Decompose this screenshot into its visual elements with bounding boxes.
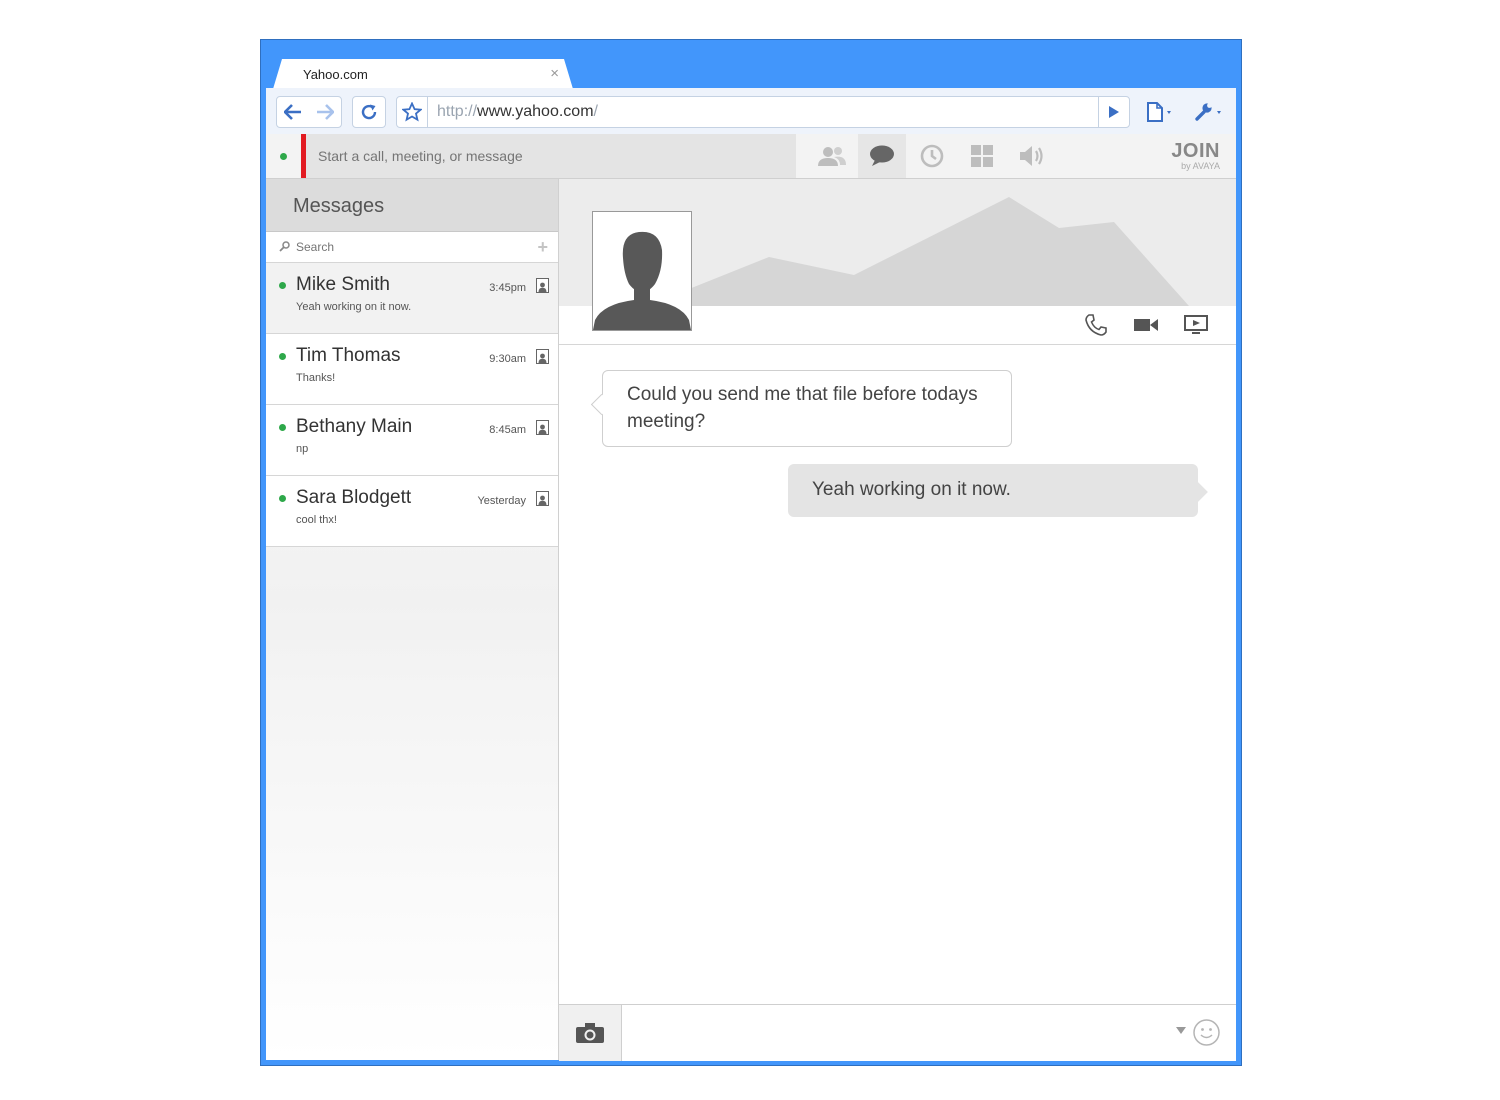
smiley-icon[interactable]	[1193, 1019, 1220, 1046]
audio-icon	[1020, 146, 1043, 166]
camera-button[interactable]	[559, 1005, 622, 1061]
add-icon[interactable]: +	[537, 237, 548, 258]
call-input[interactable]	[318, 148, 778, 164]
presence-dot	[279, 282, 286, 289]
page-icon	[1147, 102, 1171, 122]
url-path: /	[593, 103, 598, 120]
phone-icon	[1085, 314, 1107, 336]
conversation-preview: Yeah working on it now.	[296, 301, 412, 313]
conversation-preview: cool thx!	[296, 514, 337, 526]
history-button[interactable]	[908, 134, 956, 178]
brand-main: JOIN	[1171, 140, 1220, 162]
dropdown-arrow-icon[interactable]	[1176, 1027, 1186, 1034]
person-silhouette-icon	[593, 231, 691, 330]
history-icon	[920, 144, 944, 168]
brand-sub: by AVAYA	[1181, 161, 1220, 171]
video-camera-icon	[1134, 319, 1158, 331]
voice-call-button[interactable]	[1082, 313, 1110, 337]
sidebar-header: Messages	[266, 179, 558, 232]
screen-share-icon	[1184, 315, 1208, 334]
go-button[interactable]	[1098, 96, 1130, 128]
contact-card-icon[interactable]	[536, 278, 549, 293]
conversation-preview: np	[296, 443, 309, 455]
browser-tab[interactable]: Yahoo.com ×	[273, 59, 573, 89]
contact-card-icon[interactable]	[536, 491, 549, 506]
search-row: +	[266, 232, 558, 263]
contacts-button[interactable]	[808, 134, 856, 178]
wrench-icon	[1195, 103, 1221, 121]
url-host: www.yahoo.com	[477, 103, 594, 120]
conversation-time: Yesterday	[477, 495, 526, 507]
forward-arrow-icon	[317, 104, 334, 120]
screen-share-button[interactable]	[1182, 313, 1210, 337]
chat-panel: Could you send me that file before today…	[559, 179, 1236, 1061]
messages-sidebar: Messages + Mike Smith Yeah working on it…	[266, 179, 559, 1060]
brand-logo: JOIN by AVAYA	[1171, 141, 1220, 171]
conversation-name: Sara Blodgett	[296, 487, 412, 508]
video-call-button[interactable]	[1132, 313, 1160, 337]
presence-indicator	[280, 153, 287, 160]
outgoing-message: Yeah working on it now.	[788, 464, 1198, 517]
tools-menu-button[interactable]	[1194, 100, 1226, 124]
back-arrow-icon	[284, 104, 301, 120]
play-icon	[1109, 106, 1119, 118]
forward-button[interactable]	[309, 97, 341, 127]
apps-icon	[971, 145, 993, 167]
reload-button[interactable]	[352, 96, 386, 128]
page-menu-button[interactable]	[1146, 100, 1176, 124]
message-input[interactable]	[631, 1019, 1155, 1047]
back-button[interactable]	[277, 97, 309, 127]
browser-window: Yahoo.com × http://www.yahoo.com/ Start …	[260, 39, 1242, 1066]
contact-card-icon[interactable]	[536, 420, 549, 435]
contact-avatar	[592, 211, 692, 331]
tab-close-icon[interactable]: ×	[550, 65, 559, 82]
contacts-icon	[818, 147, 846, 166]
reload-icon	[361, 104, 377, 120]
apps-button[interactable]	[958, 134, 1006, 178]
conversation-item[interactable]: Tim Thomas Thanks! 9:30am	[266, 334, 558, 405]
conversation-time: 3:45pm	[489, 282, 526, 294]
search-icon	[279, 241, 290, 252]
nav-group	[276, 96, 342, 128]
conversation-time: 8:45am	[489, 424, 526, 436]
camera-icon	[576, 1023, 604, 1043]
chat-button[interactable]	[858, 134, 906, 178]
conversation-name: Tim Thomas	[296, 345, 401, 366]
audio-button[interactable]	[1008, 134, 1056, 178]
web-page: JOIN by AVAYA Messages + Mike Smith Yeah…	[266, 134, 1236, 1061]
presence-dot	[279, 353, 286, 360]
incoming-message: Could you send me that file before today…	[602, 370, 1012, 447]
app-toolbar: JOIN by AVAYA	[266, 134, 1236, 179]
conversation-name: Bethany Main	[296, 416, 413, 437]
url-protocol: http://	[437, 103, 478, 120]
conversation-item[interactable]: Bethany Main np 8:45am	[266, 405, 558, 476]
conversation-name: Mike Smith	[296, 274, 390, 295]
presence-dot	[279, 495, 286, 502]
bookmark-star-icon[interactable]	[397, 97, 428, 127]
conversation-time: 9:30am	[489, 353, 526, 365]
conversation-list: Mike Smith Yeah working on it now. 3:45p…	[266, 263, 558, 547]
chat-icon	[870, 145, 894, 166]
conversation-item[interactable]: Mike Smith Yeah working on it now. 3:45p…	[266, 263, 558, 334]
message-composer	[559, 1004, 1236, 1061]
conversation-item[interactable]: Sara Blodgett cool thx! Yesterday	[266, 476, 558, 547]
search-input[interactable]	[296, 240, 516, 254]
presence-dot	[279, 424, 286, 431]
call-bar[interactable]	[306, 134, 796, 178]
sidebar-title: Messages	[293, 195, 385, 217]
browser-toolbar: http://www.yahoo.com/	[266, 88, 1236, 135]
tab-title: Yahoo.com	[303, 67, 368, 82]
conversation-preview: Thanks!	[296, 372, 336, 384]
address-bar[interactable]: http://www.yahoo.com/	[396, 96, 1126, 128]
url-text[interactable]: http://www.yahoo.com/	[437, 103, 598, 121]
contact-card-icon[interactable]	[536, 349, 549, 364]
